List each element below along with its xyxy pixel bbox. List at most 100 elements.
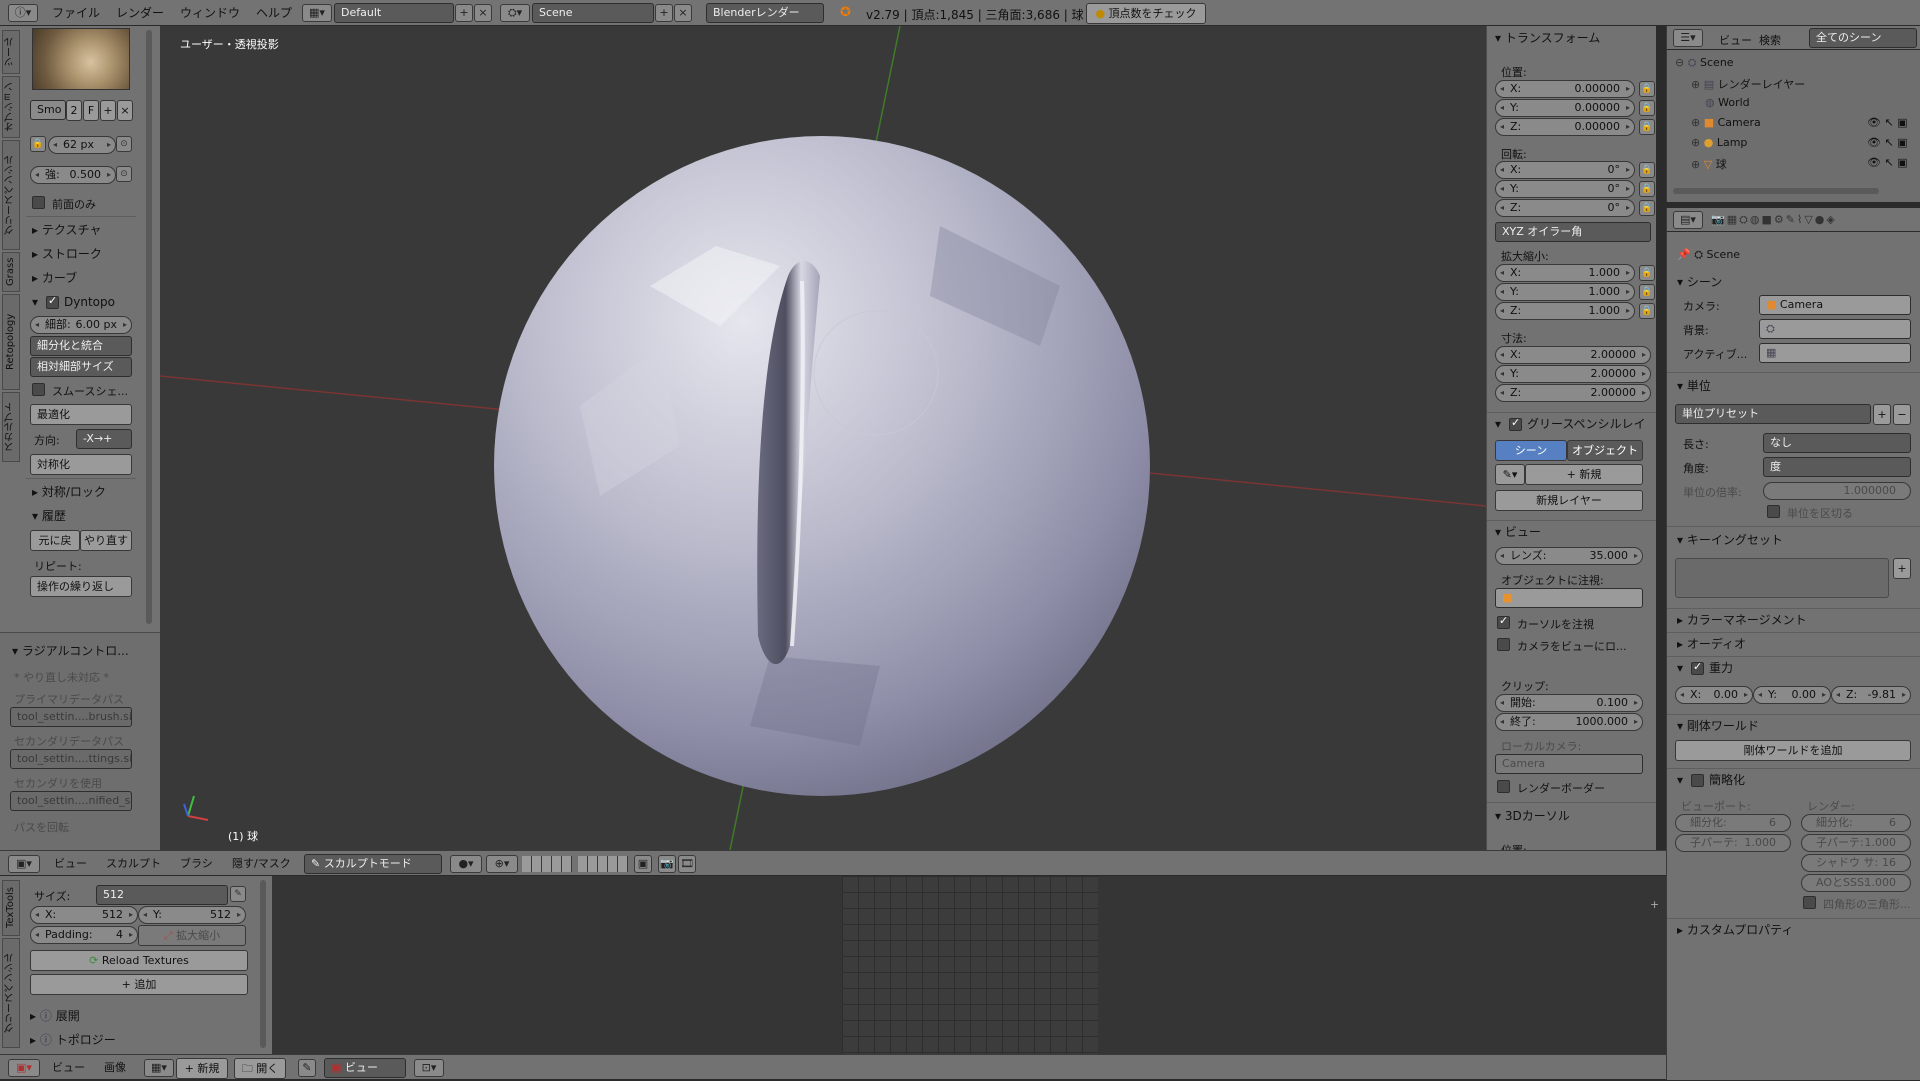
tab-tools[interactable]: ツール <box>2 30 20 74</box>
location-z-lock-icon[interactable]: 🔒 <box>1639 119 1655 135</box>
outliner-menu-search[interactable]: 検索 <box>1759 32 1781 48</box>
lamp-visibility-icon[interactable]: 👁 ↖ ▣ <box>1867 136 1908 149</box>
keying-sets-list[interactable] <box>1675 558 1889 598</box>
scene-icon[interactable]: ⛭▾ <box>500 4 530 22</box>
rotation-y-field[interactable]: ◂ Y: 0° ▸ <box>1495 180 1635 198</box>
viewport-menu-brush[interactable]: ブラシ <box>180 851 213 877</box>
radius-pressure-icon[interactable]: ⊙ <box>116 136 132 152</box>
rotation-y-lock-icon[interactable]: 🔒 <box>1639 181 1655 197</box>
3d-view-editor-icon[interactable]: ▣▾ <box>8 855 40 873</box>
uv-grid[interactable] <box>842 876 1098 1054</box>
image-browse-icon[interactable]: ▦▾ <box>144 1059 174 1077</box>
shading-mode-icon[interactable]: ●▾ <box>450 855 482 873</box>
gp-scene-toggle[interactable]: シーン <box>1495 440 1567 461</box>
gp-new-layer-button[interactable]: 新規レイヤー <box>1495 490 1643 511</box>
custom-properties-panel-header[interactable]: ▸ カスタムプロパティ <box>1677 920 1793 940</box>
menu-help[interactable]: ヘルプ <box>256 0 292 26</box>
outliner-editor-icon[interactable]: ☰▾ <box>1673 29 1703 47</box>
dimensions-z-field[interactable]: ◂ Z: 2.00000 ▸ <box>1495 384 1651 402</box>
render-child-particles-field[interactable]: 子パーテ: 1.000 <box>1801 834 1911 852</box>
shadow-samples-field[interactable]: シャドウ サ: 16 <box>1801 854 1911 872</box>
outliner-hscrollbar[interactable] <box>1673 188 1879 194</box>
brush-users-count[interactable]: 2 <box>66 100 82 121</box>
pivot-icon[interactable]: ⊕▾ <box>486 855 518 873</box>
tool-shelf-scrollbar[interactable] <box>146 30 152 624</box>
brush-fake-user-button[interactable]: F <box>83 100 99 121</box>
zoom-scale-button[interactable]: ⤢ 拡大縮小 <box>138 925 246 946</box>
reload-textures-button[interactable]: ⟳ Reload Textures <box>30 950 248 971</box>
outliner-item-camera[interactable]: ⊕ ■ Camera <box>1691 116 1761 129</box>
detail-type-dropdown[interactable]: 相対細部サイズ <box>30 357 132 377</box>
pin-image-icon[interactable]: ✎ <box>298 1059 316 1077</box>
viewport-menu-hide-mask[interactable]: 隠す/マスク <box>232 851 291 877</box>
active-clip-field[interactable]: ▦ <box>1759 343 1911 363</box>
viewport-menu-view[interactable]: ビュー <box>54 851 87 877</box>
rotation-x-lock-icon[interactable]: 🔒 <box>1639 162 1655 178</box>
scale-y-field[interactable]: ◂ Y: 1.000 ▸ <box>1495 283 1635 301</box>
location-y-lock-icon[interactable]: 🔒 <box>1639 100 1655 116</box>
menu-window[interactable]: ウィンドウ <box>180 0 240 26</box>
direction-dropdown[interactable]: -X→+ <box>76 429 132 449</box>
simplify-checkbox[interactable] <box>1691 774 1704 787</box>
radial-control-header[interactable]: ▾ ラジアルコントロ... <box>12 641 129 661</box>
add-rigidbody-world-button[interactable]: 剛体ワールドを追加 <box>1675 740 1911 761</box>
3d-cursor-panel-header[interactable]: ▾ 3Dカーソル <box>1495 806 1570 826</box>
render-subdiv-field[interactable]: 細分化: 6 <box>1801 814 1911 832</box>
gp-object-toggle[interactable]: オブジェクト <box>1567 440 1643 461</box>
unit-scale-field[interactable]: 1.000000 <box>1763 482 1911 500</box>
keying-sets-panel-header[interactable]: ▾ キーイングセット <box>1677 530 1783 550</box>
scene-selector[interactable]: Scene <box>532 3 654 23</box>
location-z-field[interactable]: ◂ Z: 0.00000 ▸ <box>1495 118 1635 136</box>
smooth-shading-checkbox[interactable] <box>32 383 45 396</box>
stroke-panel-header[interactable]: ▸ ストローク <box>32 244 102 264</box>
tab-retopology[interactable]: Retopology <box>2 294 20 390</box>
front-faces-only-checkbox[interactable] <box>32 196 45 209</box>
dimensions-x-field[interactable]: ◂ X: 2.00000 ▸ <box>1495 346 1651 364</box>
image-editor-type-icon[interactable]: ▣▾ <box>8 1059 40 1077</box>
repeat-last-button[interactable]: 操作の繰り返し <box>30 576 132 597</box>
tab-textools-grease-pencil[interactable]: グリースペンシル <box>2 938 20 1048</box>
gravity-panel-header[interactable]: ▾ <box>1677 658 1683 678</box>
audio-panel-header[interactable]: ▸ オーディオ <box>1677 634 1746 654</box>
tab-grass[interactable]: Grass <box>2 252 20 292</box>
unit-presets-dropdown[interactable]: 単位プリセット <box>1675 404 1871 424</box>
render-preview-icon[interactable]: ▣ <box>634 855 652 873</box>
dyntopo-panel-header[interactable]: ▾ <box>32 292 38 312</box>
render-engine-selector[interactable]: Blenderレンダー <box>706 3 824 23</box>
location-x-lock-icon[interactable]: 🔒 <box>1639 81 1655 97</box>
image-editor-plus-icon[interactable]: + <box>1650 898 1659 911</box>
color-management-panel-header[interactable]: ▸ カラーマネージメント <box>1677 610 1807 630</box>
gp-pencil-icon[interactable]: ✎▾ <box>1495 464 1525 485</box>
cull-triangles-checkbox[interactable] <box>1803 896 1816 909</box>
sphere-visibility-icon[interactable]: 👁 ↖ ▣ <box>1867 156 1908 169</box>
outliner-item-sphere[interactable]: ⊕ ▽ 球 <box>1691 156 1727 172</box>
viewport-menu-sculpt[interactable]: スカルプト <box>106 851 161 877</box>
gp-new-button[interactable]: + 新規 <box>1525 464 1643 485</box>
brush-name-field[interactable]: Smo <box>30 100 66 120</box>
outliner-item-scene[interactable]: ⊖ ⛭ Scene <box>1675 56 1734 70</box>
viewport-subdiv-field[interactable]: 細分化: 6 <box>1675 814 1791 832</box>
background-scene-field[interactable]: ⛭ <box>1759 319 1911 339</box>
brush-radius-field[interactable]: ◂ 62 px ▸ <box>48 136 116 154</box>
rotation-z-field[interactable]: ◂ Z: 0° ▸ <box>1495 199 1635 217</box>
scene-add-icon[interactable]: + <box>655 4 673 22</box>
viewport-child-particles-field[interactable]: 子パーテ: 1.000 <box>1675 834 1791 852</box>
gravity-z-field[interactable]: ◂ Z: -9.81 ▸ <box>1831 686 1911 704</box>
lock-camera-to-view-checkbox[interactable] <box>1497 638 1510 651</box>
scale-z-field[interactable]: ◂ Z: 1.000 ▸ <box>1495 302 1635 320</box>
render-anim-icon[interactable]: 🎞 <box>678 855 696 873</box>
rotation-z-lock-icon[interactable]: 🔒 <box>1639 200 1655 216</box>
unfold-panel-header[interactable]: ▸ ⓘ 展開 <box>30 1006 80 1026</box>
image-menu-view[interactable]: ビュー <box>52 1055 85 1081</box>
clip-end-field[interactable]: ◂ 終了: 1000.000 ▸ <box>1495 713 1643 731</box>
symmetrize-button[interactable]: 対称化 <box>30 454 132 475</box>
gravity-x-field[interactable]: ◂ X: 0.00 ▸ <box>1675 686 1753 704</box>
image-new-button[interactable]: + 新規 <box>176 1058 228 1079</box>
angle-unit-dropdown[interactable]: 度 <box>1763 457 1911 477</box>
layout-remove-icon[interactable]: × <box>474 4 492 22</box>
use-secondary-field[interactable]: tool_settin....nified_size <box>10 791 132 811</box>
scale-z-lock-icon[interactable]: 🔒 <box>1639 303 1655 319</box>
menu-file[interactable]: ファイル <box>52 0 100 26</box>
texture-x-field[interactable]: ◂ X: 512 ▸ <box>30 906 138 924</box>
brush-preview-image[interactable] <box>32 28 130 90</box>
